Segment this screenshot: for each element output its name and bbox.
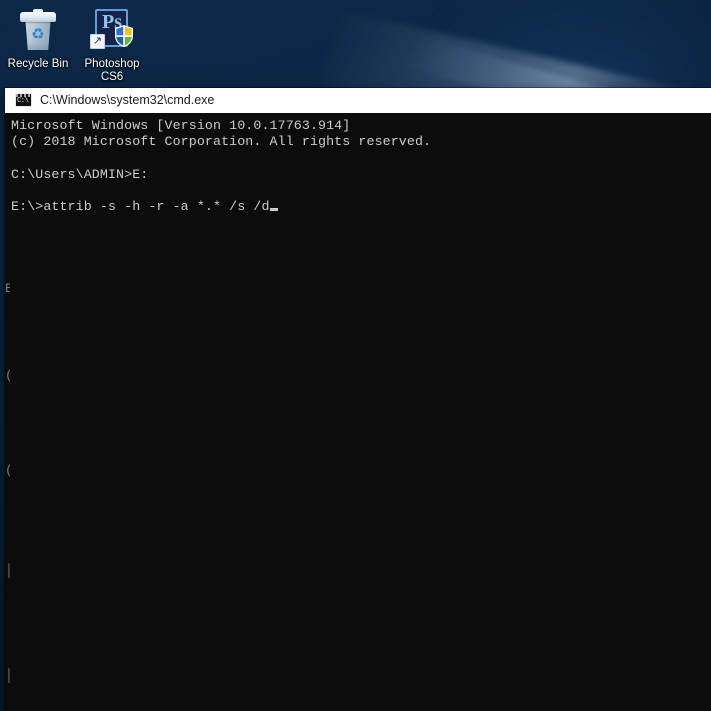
cmd-icon-text: C:\	[17, 97, 29, 105]
command-prompt-window[interactable]: C:\ C:\Windows\system32\cmd.exe Microsof…	[5, 88, 711, 711]
screen: ♻ Recycle Bin Ps ↗ Photoshop CS6 C:\ C:\…	[0, 0, 711, 711]
recycle-symbol-icon: ♻	[31, 26, 45, 43]
desktop-icon-photoshop-cs6[interactable]: Ps ↗ Photoshop CS6	[74, 6, 150, 84]
console-ghost-artifact: (	[5, 463, 10, 479]
console-ghost-artifact: (	[5, 368, 10, 384]
console-ghost-artifact: │	[5, 563, 10, 578]
text-cursor	[269, 208, 278, 212]
console-ghost-artifact: E	[5, 281, 10, 296]
cmd-icon: C:\	[15, 93, 32, 107]
window-title: C:\Windows\system32\cmd.exe	[40, 93, 215, 107]
console-line: C:\Users\ADMIN>E:	[11, 166, 149, 182]
console-ghost-artifact: │	[5, 668, 10, 683]
window-titlebar[interactable]: C:\ C:\Windows\system32\cmd.exe	[5, 88, 711, 113]
console-line: E:\>attrib -s -h -r -a *.* /s /d	[11, 199, 711, 215]
photoshop-icon: Ps ↗	[88, 6, 136, 54]
console-output-area[interactable]: Microsoft Windows [Version 10.0.17763.91…	[5, 113, 711, 711]
desktop-icon-recycle-bin[interactable]: ♻ Recycle Bin	[0, 6, 76, 71]
console-line: (c) 2018 Microsoft Corporation. All righ…	[11, 134, 432, 150]
shortcut-arrow-icon: ↗	[90, 34, 105, 49]
desktop-icon-label-photoshop-cs6: Photoshop CS6	[84, 58, 140, 83]
desktop-icon-label-recycle-bin: Recycle Bin	[7, 58, 69, 70]
console-line: Microsoft Windows [Version 10.0.17763.91…	[11, 118, 351, 133]
recycle-bin-icon: ♻	[14, 6, 62, 54]
shield-icon	[115, 25, 133, 47]
